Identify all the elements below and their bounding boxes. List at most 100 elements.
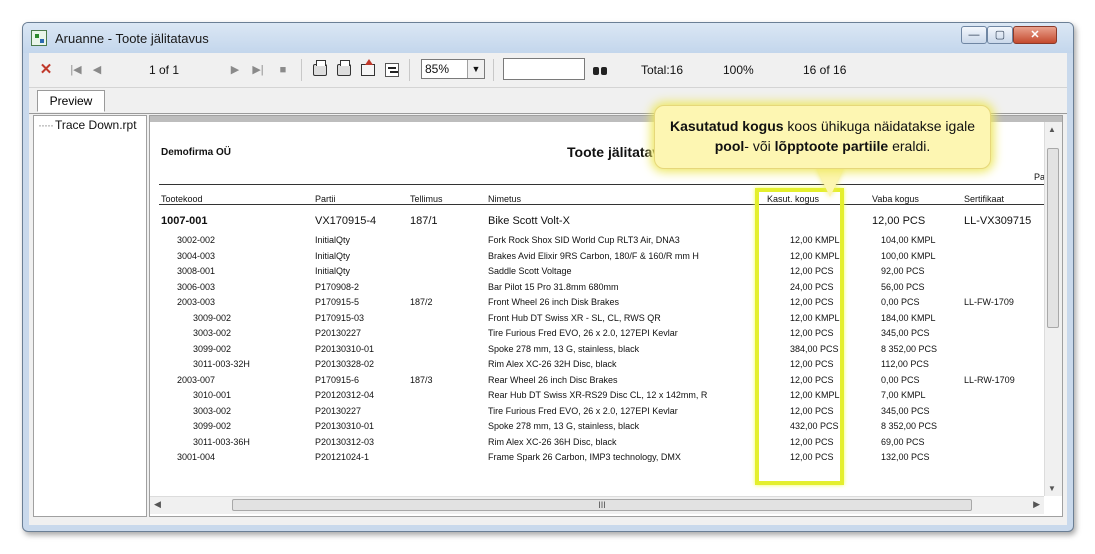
- last-page-icon: ▶|: [252, 64, 264, 76]
- table-row[interactable]: 3011-003-32H P20130328-02 Rim Alex XC-26 3…: [150, 359, 1044, 374]
- report-page: Demofirma OÜ Toote jälitatavus Pa Tootek…: [150, 122, 1044, 496]
- minimize-button[interactable]: —: [961, 26, 987, 44]
- cell-batch: P20130312-03: [315, 436, 375, 447]
- print-button[interactable]: [311, 60, 329, 78]
- toolbar-separator: [301, 59, 302, 81]
- scroll-down-icon[interactable]: ▼: [1048, 484, 1056, 493]
- col-header-code: Tootekood: [161, 194, 203, 204]
- cell-code: 3011-003-36H: [193, 436, 250, 447]
- cell-name: Tire Furious Fred EVO, 26 x 2.0, 127EPI …: [488, 328, 678, 338]
- table-row[interactable]: 2003-007 P170915-6 187/3 Rear Wheel 26 inch…: [150, 375, 1044, 390]
- cell-code: 3011-003-32H: [193, 359, 250, 369]
- table-row[interactable]: 3004-003 InitialQty Brakes Avid Elixir 9RS…: [150, 251, 1044, 266]
- cell-free: 12,00 PCS: [872, 215, 926, 227]
- last-page-button[interactable]: ▶|: [251, 62, 265, 78]
- header-rule-top: [159, 184, 1044, 185]
- cell-batch: P170915-6: [315, 374, 360, 385]
- tree-item-trace-down[interactable]: ····· Trace Down.rpt: [38, 118, 137, 132]
- used-quantity-highlight: [755, 188, 844, 485]
- stop-button[interactable]: ■: [277, 62, 289, 78]
- report-toolbar: ✕ |◀ ◀ 1 of 1 ▶ ▶| ■ 85% ▼ Total:16 100%…: [29, 53, 1067, 88]
- horizontal-scroll-thumb[interactable]: III: [232, 499, 972, 511]
- find-button[interactable]: [591, 62, 609, 78]
- cell-code: 3004-003: [177, 250, 216, 261]
- callout-bold-batch: lõpptoote partiile: [774, 138, 889, 154]
- cell-batch: P20130227: [315, 405, 362, 416]
- table-row[interactable]: 3099-002 P20130310-01 Spoke 278 mm, 13 G, …: [150, 344, 1044, 359]
- zoom-select[interactable]: 85% ▼: [421, 59, 485, 79]
- col-header-batch: Partii: [315, 194, 336, 204]
- table-row[interactable]: 3010-001 P20120312-04 Rear Hub DT Swiss XR…: [150, 390, 1044, 405]
- header-rule-bottom: [159, 204, 1044, 205]
- binoculars-icon: [592, 65, 608, 77]
- group-tree-button[interactable]: [383, 62, 401, 78]
- col-header-cert: Sertifikaat: [964, 194, 1005, 204]
- maximize-button[interactable]: ▢: [987, 26, 1013, 44]
- export-button[interactable]: [359, 59, 377, 78]
- cell-batch: P20120312-04: [315, 390, 375, 400]
- cell-code: 3008-001: [177, 266, 216, 276]
- cell-batch: P20130328-02: [315, 359, 375, 369]
- cell-batch: VX170915-4: [315, 215, 377, 227]
- cell-batch: P170915-5: [315, 297, 360, 307]
- printer-icon: [313, 60, 327, 76]
- table-row[interactable]: 3003-002 P20130227 Tire Furious Fred EVO, …: [150, 328, 1044, 343]
- table-row[interactable]: 3002-002 InitialQty Fork Rock Shox SID Wor…: [150, 235, 1044, 250]
- cell-order: 187/1: [410, 215, 438, 227]
- table-row[interactable]: 3011-003-36H P20130312-03 Rim Alex XC-26 3…: [150, 437, 1044, 452]
- table-row[interactable]: 3009-002 P170915-03 Front Hub DT Swiss XR …: [150, 313, 1044, 328]
- callout-bold-pool: pool: [714, 138, 745, 154]
- next-page-button[interactable]: ▶: [229, 62, 241, 78]
- cell-name: Brakes Avid Elixir 9RS Carbon, 180/F & 1…: [488, 250, 699, 261]
- table-row[interactable]: 3001-004 P20121024-1 Frame Spark 26 Carbon…: [150, 452, 1044, 467]
- cell-name: Bar Pilot 15 Pro 31.8mm 680mm: [488, 281, 619, 292]
- close-button[interactable]: ✕: [1013, 26, 1057, 44]
- cell-free: 92,00 PCS: [881, 266, 925, 276]
- cell-free: 0,00 PCS: [881, 374, 920, 385]
- cell-name: Spoke 278 mm, 13 G, stainless, black: [488, 343, 640, 354]
- table-row[interactable]: 3099-002 P20130310-01 Spoke 278 mm, 13 G, …: [150, 421, 1044, 436]
- print-setup-button[interactable]: [335, 60, 353, 78]
- close-icon: ✕: [1030, 29, 1040, 41]
- horizontal-scrollbar[interactable]: ◀ III ▶: [150, 496, 1044, 514]
- cell-name: Spoke 278 mm, 13 G, stainless, black: [488, 421, 640, 431]
- prev-page-button[interactable]: ◀: [91, 62, 103, 78]
- scroll-right-icon[interactable]: ▶: [1033, 499, 1040, 510]
- tab-preview[interactable]: Preview: [37, 90, 105, 112]
- cell-code: 3010-001: [193, 390, 232, 400]
- stop-icon: ■: [279, 64, 287, 76]
- table-row-main[interactable]: 1007-001 VX170915-4 187/1 Bike Scott Vol…: [150, 215, 1044, 230]
- close-report-button[interactable]: ✕: [39, 62, 53, 78]
- callout-text-2: - või: [744, 138, 775, 154]
- vertical-scrollbar[interactable]: ▲ ▼: [1044, 122, 1062, 496]
- percent-readout: 100%: [723, 63, 754, 77]
- maximize-icon: ▢: [994, 29, 1006, 41]
- cell-free: 132,00 PCS: [881, 452, 930, 462]
- cell-name: Rear Wheel 26 inch Disc Brakes: [488, 374, 618, 385]
- table-row[interactable]: 3008-001 InitialQty Saddle Scott Voltage 12…: [150, 266, 1044, 281]
- cell-name: Saddle Scott Voltage: [488, 266, 572, 276]
- cell-code: 3009-002: [193, 312, 232, 323]
- callout-text-3: eraldi.: [888, 138, 931, 154]
- table-row[interactable]: 3003-002 P20130227 Tire Furious Fred EVO, …: [150, 406, 1044, 421]
- table-row[interactable]: 2003-003 P170915-5 187/2 Front Wheel 26 inc…: [150, 297, 1044, 312]
- callout-pointer: [816, 167, 844, 197]
- cell-code: 1007-001: [161, 215, 208, 227]
- callout-text-1: koos ühikuga näidatakse igale: [783, 118, 976, 134]
- scroll-left-icon[interactable]: ◀: [154, 499, 161, 510]
- scroll-up-icon[interactable]: ▲: [1048, 125, 1056, 134]
- cell-free: 69,00 PCS: [881, 436, 925, 447]
- first-page-button[interactable]: |◀: [69, 62, 83, 78]
- cell-batch: InitialQty: [315, 250, 351, 261]
- cell-name: Bike Scott Volt-X: [488, 215, 570, 227]
- cell-code: 2003-007: [177, 374, 216, 385]
- vertical-scroll-thumb[interactable]: [1047, 148, 1059, 328]
- cell-batch: P20121024-1: [315, 452, 370, 462]
- table-row[interactable]: 3006-003 P170908-2 Bar Pilot 15 Pro 31.8mm…: [150, 282, 1044, 297]
- cell-free: 112,00 PCS: [881, 359, 929, 369]
- cell-free: 100,00 KMPL: [881, 250, 936, 261]
- search-input[interactable]: [503, 58, 585, 80]
- next-page-icon: ▶: [230, 64, 240, 76]
- chevron-down-icon[interactable]: ▼: [467, 60, 484, 78]
- tree-item-label: Trace Down.rpt: [54, 118, 137, 132]
